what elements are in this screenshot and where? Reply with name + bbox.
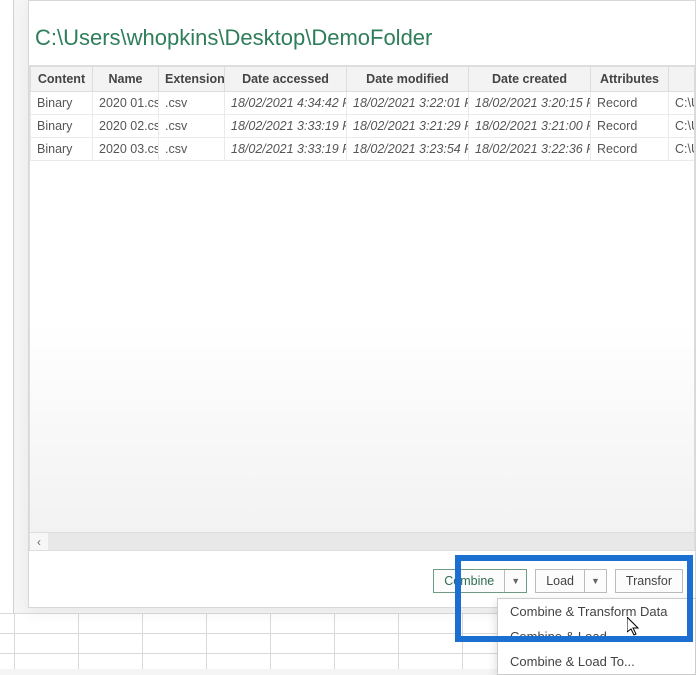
load-button[interactable]: Load ▼ <box>535 569 607 593</box>
menu-item-combine-load-to[interactable]: Combine & Load To... <box>498 649 695 674</box>
menu-item-combine-transform[interactable]: Combine & Transform Data <box>498 599 695 624</box>
chevron-down-icon[interactable]: ▼ <box>505 572 526 590</box>
cell-content: Binary <box>31 138 93 161</box>
cell-content: Binary <box>31 115 93 138</box>
cell-extension: .csv <box>159 138 225 161</box>
col-date-created[interactable]: Date created <box>469 67 591 92</box>
col-extension[interactable]: Extension <box>159 67 225 92</box>
scroll-track[interactable] <box>48 533 694 550</box>
col-date-modified[interactable]: Date modified <box>347 67 469 92</box>
scroll-left-icon[interactable]: ‹ <box>30 533 48 551</box>
col-content[interactable]: Content <box>31 67 93 92</box>
cell-attributes: Record <box>591 92 669 115</box>
cell-name: 2020 01.csv <box>93 92 159 115</box>
dialog-title: C:\Users\whopkins\Desktop\DemoFolder <box>29 1 695 65</box>
cell-date-modified: 18/02/2021 3:21:29 PM <box>347 115 469 138</box>
cell-folder: C:\User <box>669 92 695 115</box>
table-header-row: Content Name Extension Date accessed Dat… <box>31 67 695 92</box>
horizontal-scrollbar[interactable]: ‹ <box>30 532 694 550</box>
cell-date-created: 18/02/2021 3:20:15 PM <box>469 92 591 115</box>
folder-preview-dialog: C:\Users\whopkins\Desktop\DemoFolder Con… <box>28 0 696 608</box>
table-row[interactable]: Binary 2020 03.csv .csv 18/02/2021 3:33:… <box>31 138 695 161</box>
load-button-label: Load <box>536 570 585 592</box>
table-row[interactable]: Binary 2020 02.csv .csv 18/02/2021 3:33:… <box>31 115 695 138</box>
menu-item-combine-load[interactable]: Combine & Load <box>498 624 695 649</box>
cell-name: 2020 02.csv <box>93 115 159 138</box>
cell-extension: .csv <box>159 92 225 115</box>
chevron-down-icon[interactable]: ▼ <box>585 572 606 590</box>
cell-content: Binary <box>31 92 93 115</box>
cell-date-modified: 18/02/2021 3:23:54 PM <box>347 138 469 161</box>
cell-attributes: Record <box>591 115 669 138</box>
cell-folder: C:\User <box>669 138 695 161</box>
combine-button[interactable]: Combine ▼ <box>433 569 527 593</box>
cell-attributes: Record <box>591 138 669 161</box>
worksheet-left-edge <box>0 0 14 669</box>
cell-date-accessed: 18/02/2021 3:33:19 PM <box>225 138 347 161</box>
table-row[interactable]: Binary 2020 01.csv .csv 18/02/2021 4:34:… <box>31 92 695 115</box>
cell-name: 2020 03.csv <box>93 138 159 161</box>
file-table-wrap: Content Name Extension Date accessed Dat… <box>29 65 695 551</box>
cell-date-created: 18/02/2021 3:21:00 PM <box>469 115 591 138</box>
transform-button[interactable]: Transfor <box>615 569 683 593</box>
col-folder[interactable] <box>669 67 695 92</box>
transform-button-label: Transfor <box>626 574 672 588</box>
cell-date-accessed: 18/02/2021 3:33:19 PM <box>225 115 347 138</box>
cell-folder: C:\User <box>669 115 695 138</box>
cell-date-created: 18/02/2021 3:22:36 PM <box>469 138 591 161</box>
col-attributes[interactable]: Attributes <box>591 67 669 92</box>
combine-dropdown-menu: Combine & Transform Data Combine & Load … <box>497 598 696 675</box>
col-name[interactable]: Name <box>93 67 159 92</box>
file-table: Content Name Extension Date accessed Dat… <box>30 66 694 161</box>
cell-date-modified: 18/02/2021 3:22:01 PM <box>347 92 469 115</box>
col-date-accessed[interactable]: Date accessed <box>225 67 347 92</box>
cell-date-accessed: 18/02/2021 4:34:42 PM <box>225 92 347 115</box>
cell-extension: .csv <box>159 115 225 138</box>
combine-button-label: Combine <box>434 570 505 592</box>
